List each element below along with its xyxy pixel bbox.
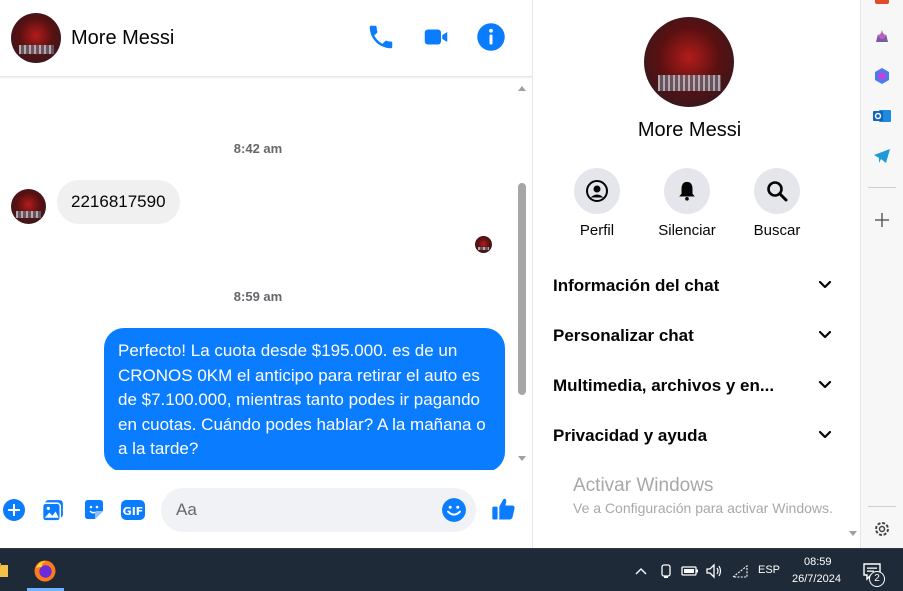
taskbar: ESP 08:59 26/7/2024 2: [0, 548, 903, 591]
mute-action-button[interactable]: Silenciar: [642, 168, 732, 239]
copilot-icon[interactable]: [872, 66, 892, 86]
info-icon[interactable]: [476, 22, 506, 52]
profile-avatar[interactable]: [644, 17, 734, 107]
section-label: Personalizar chat: [553, 326, 694, 345]
chat-details-panel: More Messi Perfil Silenciar Buscar Infor…: [532, 0, 860, 548]
contact-name[interactable]: More Messi: [71, 27, 174, 50]
firefox-icon[interactable]: [33, 559, 57, 583]
message-timestamp: 8:42 am: [233, 141, 283, 156]
chat-panel: More Messi 8:42 am 2216817590 8:59 am Pe…: [0, 0, 532, 548]
notification-badge: 2: [869, 571, 885, 587]
clock-time[interactable]: 08:59: [804, 556, 832, 568]
message-timestamp: 8:59 am: [233, 289, 283, 304]
bell-icon: [664, 168, 710, 214]
sidebar-divider: [868, 187, 896, 188]
message-scrollbar[interactable]: [516, 82, 528, 468]
composer: GIF: [0, 484, 532, 536]
search-action-label: Buscar: [753, 222, 801, 239]
add-icon[interactable]: [872, 210, 892, 230]
settings-icon[interactable]: [872, 519, 892, 539]
thumbs-up-icon[interactable]: [490, 495, 518, 523]
windows-activation-subtitle: Ve a Configuración para activar Windows.: [573, 500, 833, 516]
language-indicator[interactable]: ESP: [758, 564, 780, 576]
message-input-wrapper: [161, 488, 476, 532]
message-list[interactable]: 8:42 am 2216817590 8:59 am Perfecto! La …: [0, 78, 516, 470]
outgoing-message[interactable]: Perfecto! La cuota desde $195.000. es de…: [104, 328, 505, 470]
sidebar-divider: [868, 506, 896, 507]
chevron-up-icon[interactable]: [634, 564, 648, 578]
windows-activation-title: Activar Windows: [573, 475, 714, 496]
profile-action-button[interactable]: Perfil: [552, 168, 642, 239]
section-privacy-help[interactable]: Privacidad y ayuda: [553, 416, 833, 456]
profile-name: More Messi: [637, 119, 742, 141]
clock-date[interactable]: 26/7/2024: [792, 573, 841, 585]
emoji-icon[interactable]: [441, 497, 467, 523]
search-icon: [754, 168, 800, 214]
volume-icon[interactable]: [705, 563, 723, 579]
search-action-button[interactable]: Buscar: [732, 168, 822, 239]
app-icon[interactable]: [872, 0, 892, 8]
section-label: Privacidad y ayuda: [553, 426, 708, 445]
telegram-icon[interactable]: [872, 146, 892, 166]
chevron-down-icon: [817, 326, 833, 347]
mute-action-label: Silenciar: [658, 222, 716, 239]
contact-avatar[interactable]: [11, 13, 61, 63]
chat-header: More Messi: [0, 0, 532, 77]
battery-icon[interactable]: [681, 564, 699, 578]
message-input[interactable]: [176, 488, 436, 532]
gif-icon[interactable]: GIF: [120, 498, 146, 522]
chevron-down-icon: [817, 276, 833, 297]
gallery-icon[interactable]: [41, 498, 66, 523]
section-chat-info[interactable]: Información del chat: [553, 266, 833, 306]
sticker-icon[interactable]: [82, 498, 106, 522]
video-camera-icon[interactable]: [421, 22, 451, 52]
profile-icon: [574, 168, 620, 214]
wifi-icon[interactable]: [731, 563, 749, 579]
browser-sidebar: [860, 0, 903, 548]
device-icon[interactable]: [659, 563, 673, 579]
read-receipt-avatar: [475, 236, 492, 253]
section-media-files[interactable]: Multimedia, archivos y en...: [553, 366, 833, 406]
section-customize-chat[interactable]: Personalizar chat: [553, 316, 833, 356]
section-label: Información del chat: [553, 276, 720, 295]
profile-action-label: Perfil: [579, 222, 615, 239]
sender-avatar[interactable]: [11, 189, 46, 224]
plus-icon[interactable]: [2, 498, 26, 522]
games-icon[interactable]: [872, 26, 892, 46]
details-scrollbar[interactable]: [846, 0, 860, 548]
chevron-down-icon: [817, 376, 833, 397]
chevron-down-icon: [817, 426, 833, 447]
file-explorer-icon[interactable]: [0, 562, 8, 578]
svg-text:GIF: GIF: [123, 505, 144, 518]
incoming-message[interactable]: 2216817590: [57, 180, 180, 224]
phone-icon[interactable]: [366, 22, 396, 52]
outlook-icon[interactable]: [872, 106, 892, 126]
section-label: Multimedia, archivos y en...: [553, 376, 775, 395]
